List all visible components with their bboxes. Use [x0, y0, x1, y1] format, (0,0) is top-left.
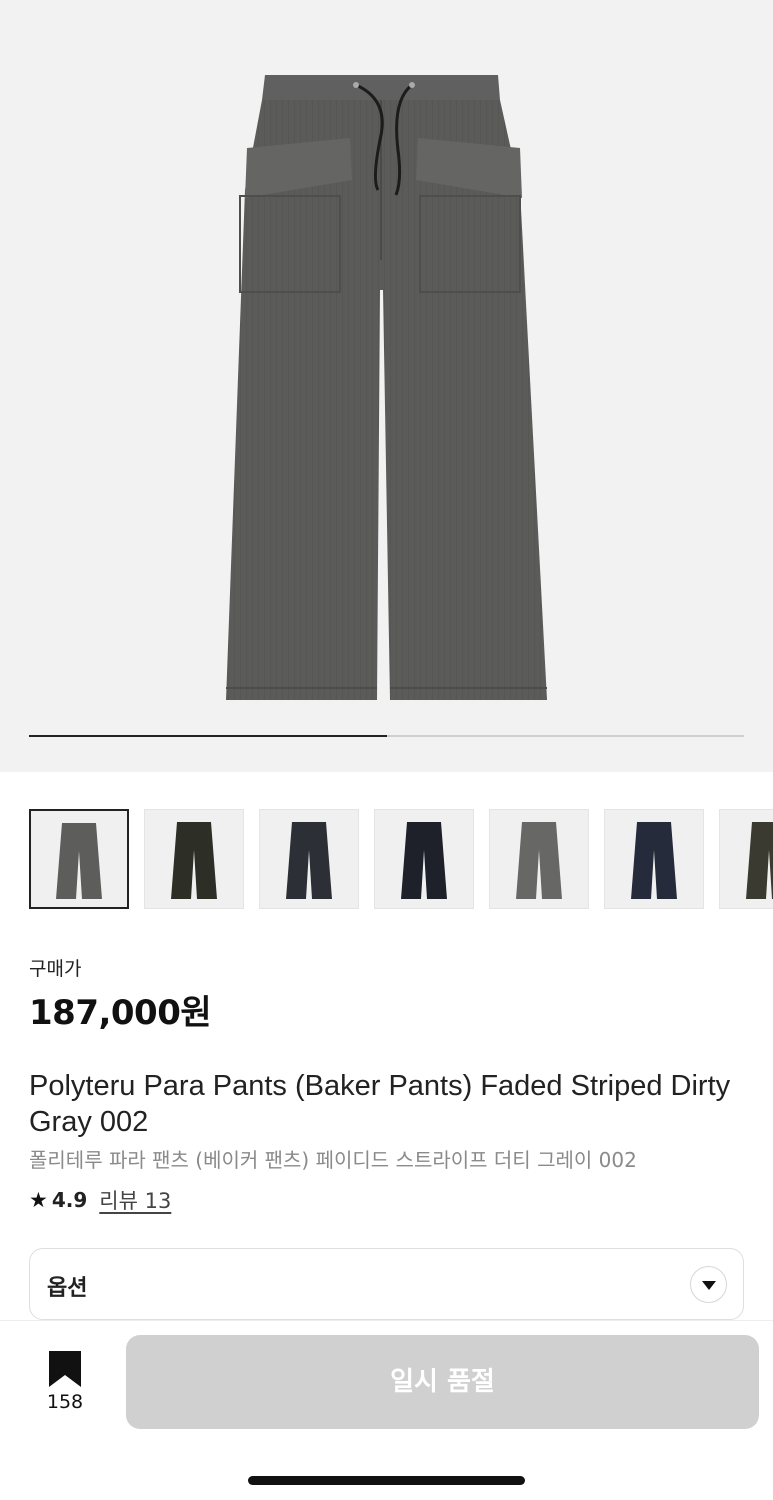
soldout-button[interactable]: 일시 품절	[126, 1335, 759, 1429]
product-title-en: Polyteru Para Pants (Baker Pants) Faded …	[29, 1070, 731, 1138]
pants-thumbnail-icon	[516, 822, 562, 899]
star-icon: ★	[29, 1187, 48, 1212]
option-select[interactable]: 옵션	[29, 1248, 744, 1320]
bookmark-count: 158	[46, 1391, 84, 1413]
bookmark-icon	[49, 1351, 81, 1387]
pants-product-photo	[226, 75, 547, 700]
carousel-progress-fill	[29, 735, 387, 737]
pants-thumbnail-icon	[401, 822, 447, 899]
reviews-link[interactable]: 리뷰 13	[99, 1185, 171, 1215]
rating-value: 4.9	[51, 1188, 88, 1212]
thumbnail-color-2[interactable]	[144, 809, 244, 909]
bookmark-button[interactable]: 158	[40, 1349, 90, 1419]
dropdown-arrow-icon[interactable]	[690, 1266, 727, 1303]
product-image-carousel[interactable]	[0, 0, 773, 772]
thumbnail-color-7[interactable]	[719, 809, 773, 909]
home-indicator	[248, 1476, 525, 1485]
carousel-progress-track	[29, 735, 744, 737]
price-label: 구매가	[29, 958, 82, 980]
product-title-ko: 폴리테루 파라 팬츠 (베이커 팬츠) 페이디드 스트라이프 더티 그레이 00…	[29, 1148, 637, 1172]
thumbnail-color-5[interactable]	[489, 809, 589, 909]
color-thumbnail-strip[interactable]	[0, 808, 773, 912]
price-value: 187,000원	[29, 993, 212, 1033]
pants-thumbnail-icon	[56, 823, 102, 899]
thumbnail-color-6[interactable]	[604, 809, 704, 909]
thumbnail-color-4[interactable]	[374, 809, 474, 909]
pants-thumbnail-icon	[286, 822, 332, 899]
thumbnail-color-3[interactable]	[259, 809, 359, 909]
bottom-action-bar: 158 일시 품절	[0, 1320, 773, 1500]
pants-thumbnail-icon	[631, 822, 677, 899]
option-label: 옵션	[47, 1276, 88, 1301]
pants-thumbnail-icon	[746, 822, 773, 899]
thumbnail-color-1[interactable]	[29, 809, 129, 909]
rating-row: ★ 4.9 리뷰 13	[29, 1185, 171, 1215]
pants-thumbnail-icon	[171, 822, 217, 899]
